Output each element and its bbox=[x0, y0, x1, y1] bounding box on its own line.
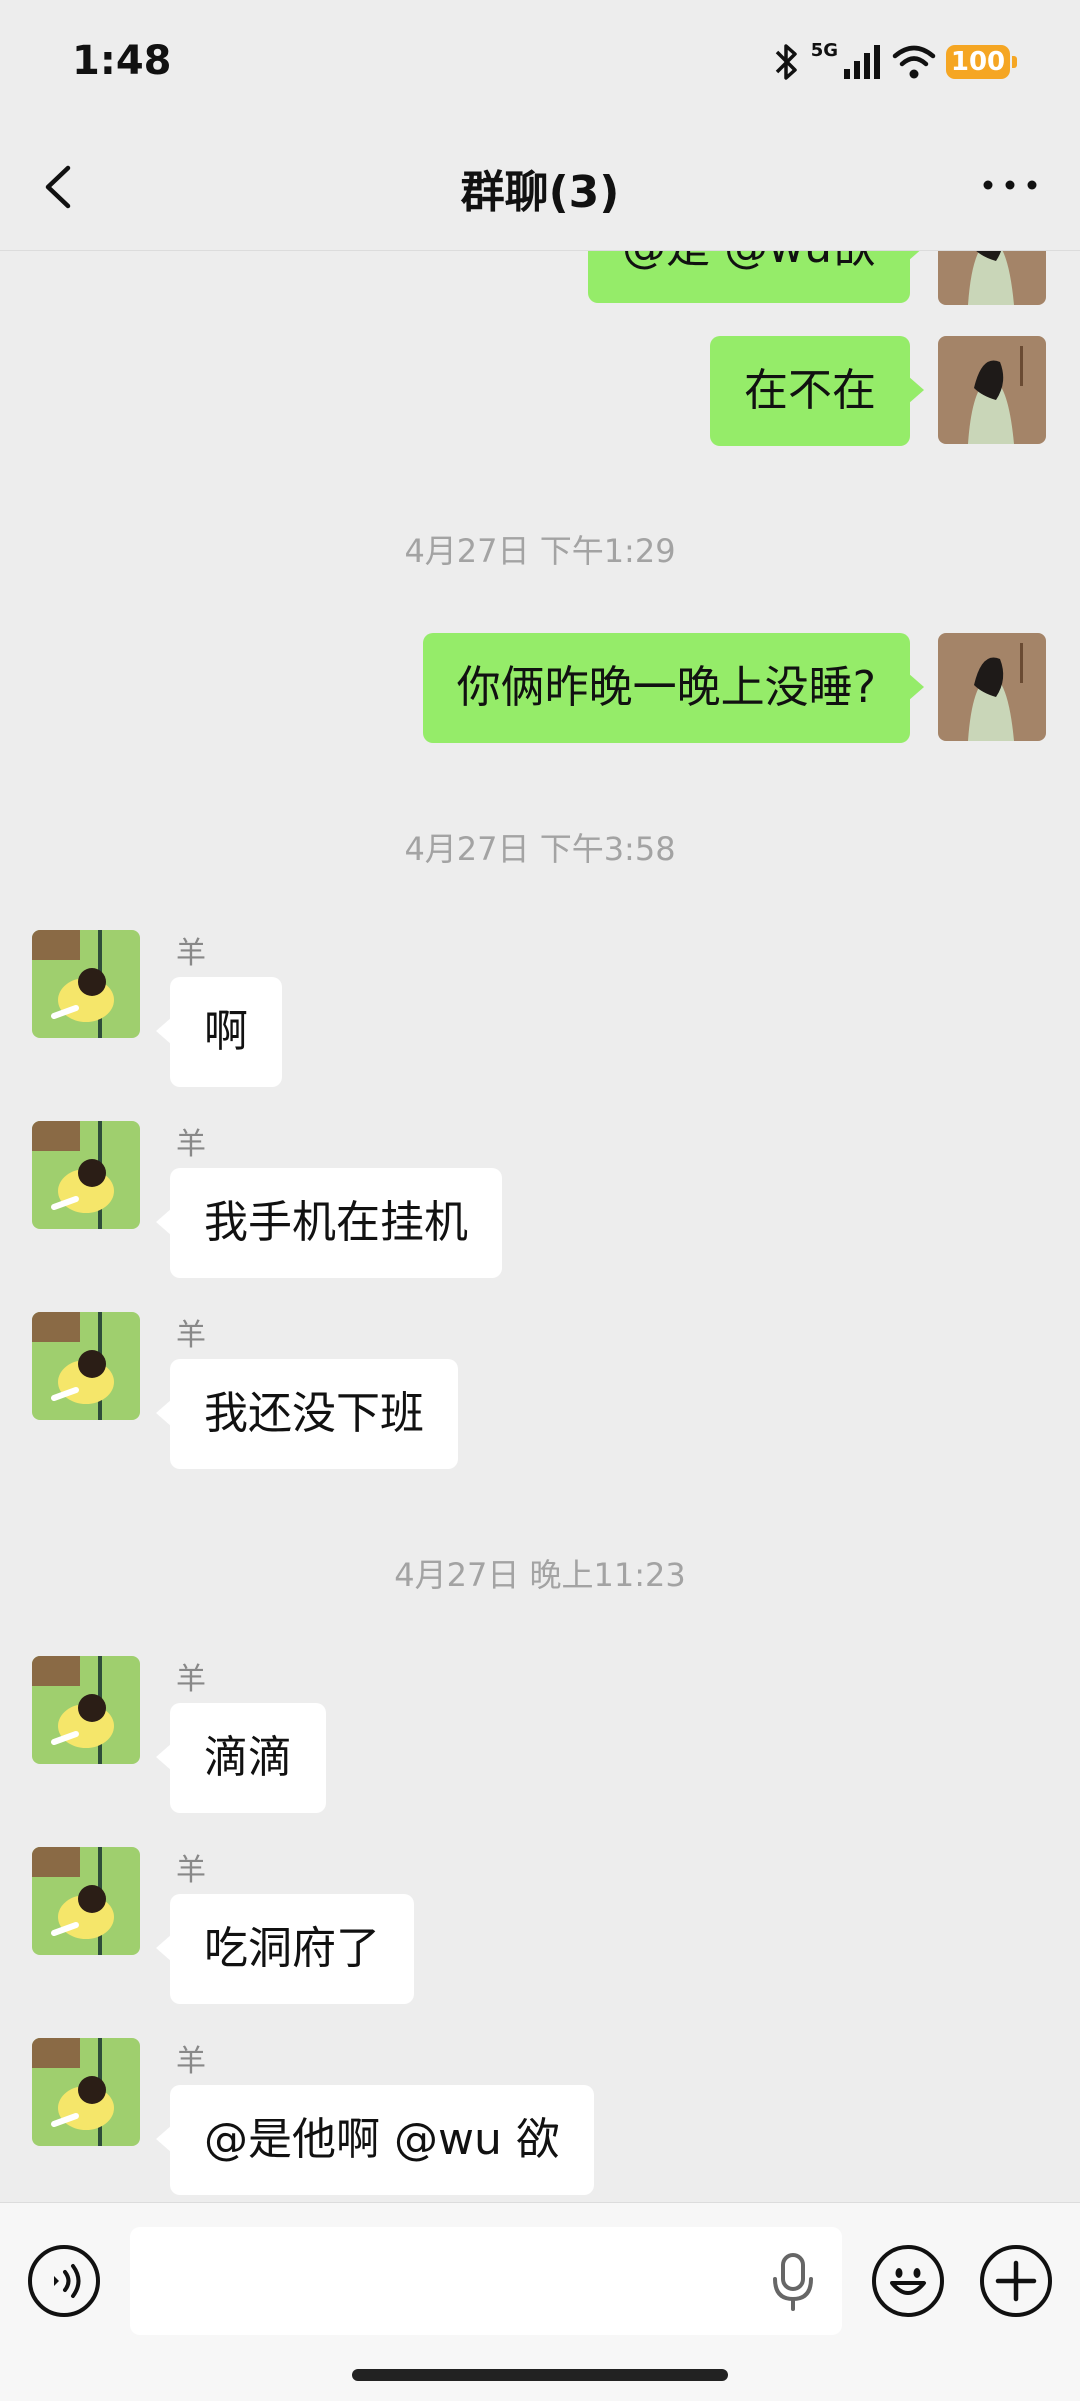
message-bubble-outgoing[interactable]: 你俩昨晚一晚上没睡? bbox=[422, 633, 925, 743]
message-bubble-incoming[interactable]: 吃洞府了 bbox=[156, 1894, 414, 2004]
sender-name: 羊 bbox=[176, 1662, 206, 1697]
avatar-self[interactable] bbox=[938, 336, 1046, 444]
bluetooth-icon bbox=[775, 44, 797, 80]
timestamp: 4月27日 下午1:29 bbox=[404, 532, 676, 570]
timestamp: 4月27日 下午3:58 bbox=[404, 830, 676, 868]
sender-name: 羊 bbox=[176, 1318, 206, 1353]
avatar-contact[interactable] bbox=[32, 930, 140, 1038]
chat-area[interactable]: @是 @wu欲 在不在 4月27日 下午1:29 你俩昨晚一晚上没睡? 4月27… bbox=[0, 250, 1080, 2202]
microphone-icon[interactable] bbox=[770, 2251, 816, 2311]
plus-icon bbox=[995, 2260, 1037, 2302]
more-functions-button[interactable] bbox=[980, 2245, 1052, 2317]
voice-button[interactable] bbox=[28, 2245, 100, 2317]
page-title: 群聊(3) bbox=[460, 167, 620, 218]
wifi-icon bbox=[892, 45, 936, 79]
avatar-contact[interactable] bbox=[32, 1656, 140, 1764]
home-indicator[interactable] bbox=[352, 2369, 728, 2381]
status-bar: 1:48 5G 100 bbox=[0, 0, 1080, 126]
more-dots-icon[interactable] bbox=[980, 170, 1040, 200]
avatar-contact[interactable] bbox=[32, 1121, 140, 1229]
avatar-contact[interactable] bbox=[32, 1847, 140, 1955]
input-bar bbox=[0, 2202, 1080, 2401]
avatar-self[interactable] bbox=[938, 633, 1046, 741]
message-input[interactable] bbox=[130, 2227, 842, 2335]
timestamp: 4月27日 晚上11:23 bbox=[394, 1556, 686, 1594]
status-icons: 5G 100 bbox=[771, 39, 1017, 84]
status-time: 1:48 bbox=[72, 38, 172, 84]
emoji-icon bbox=[890, 2268, 926, 2295]
message-bubble-incoming[interactable]: 滴滴 bbox=[156, 1703, 326, 1813]
voice-icon bbox=[54, 2264, 81, 2298]
sender-name: 羊 bbox=[176, 1853, 206, 1888]
avatar-contact[interactable] bbox=[32, 1312, 140, 1420]
avatar-contact[interactable] bbox=[32, 2038, 140, 2146]
sender-name: 羊 bbox=[176, 2044, 206, 2079]
signal-icon bbox=[844, 45, 880, 79]
message-bubble-incoming[interactable]: 我还没下班 bbox=[156, 1359, 458, 1469]
message-bubble-incoming[interactable]: @是他啊 @wu 欲 bbox=[156, 2085, 594, 2195]
message-bubble-incoming[interactable]: 我手机在挂机 bbox=[156, 1168, 502, 1278]
message-bubble-outgoing[interactable]: 在不在 bbox=[710, 336, 924, 446]
avatar-self[interactable] bbox=[938, 250, 1046, 305]
emoji-button[interactable] bbox=[872, 2245, 944, 2317]
nav-bar: 群聊(3) bbox=[0, 126, 1080, 251]
sender-name: 羊 bbox=[176, 936, 206, 971]
sender-name: 羊 bbox=[176, 1127, 206, 1162]
message-bubble-outgoing[interactable]: @是 @wu欲 bbox=[588, 250, 924, 303]
network-type: 5G bbox=[810, 39, 838, 61]
message-bubble-incoming[interactable]: 啊 bbox=[156, 977, 282, 1087]
battery-indicator: 100 bbox=[946, 45, 1017, 79]
